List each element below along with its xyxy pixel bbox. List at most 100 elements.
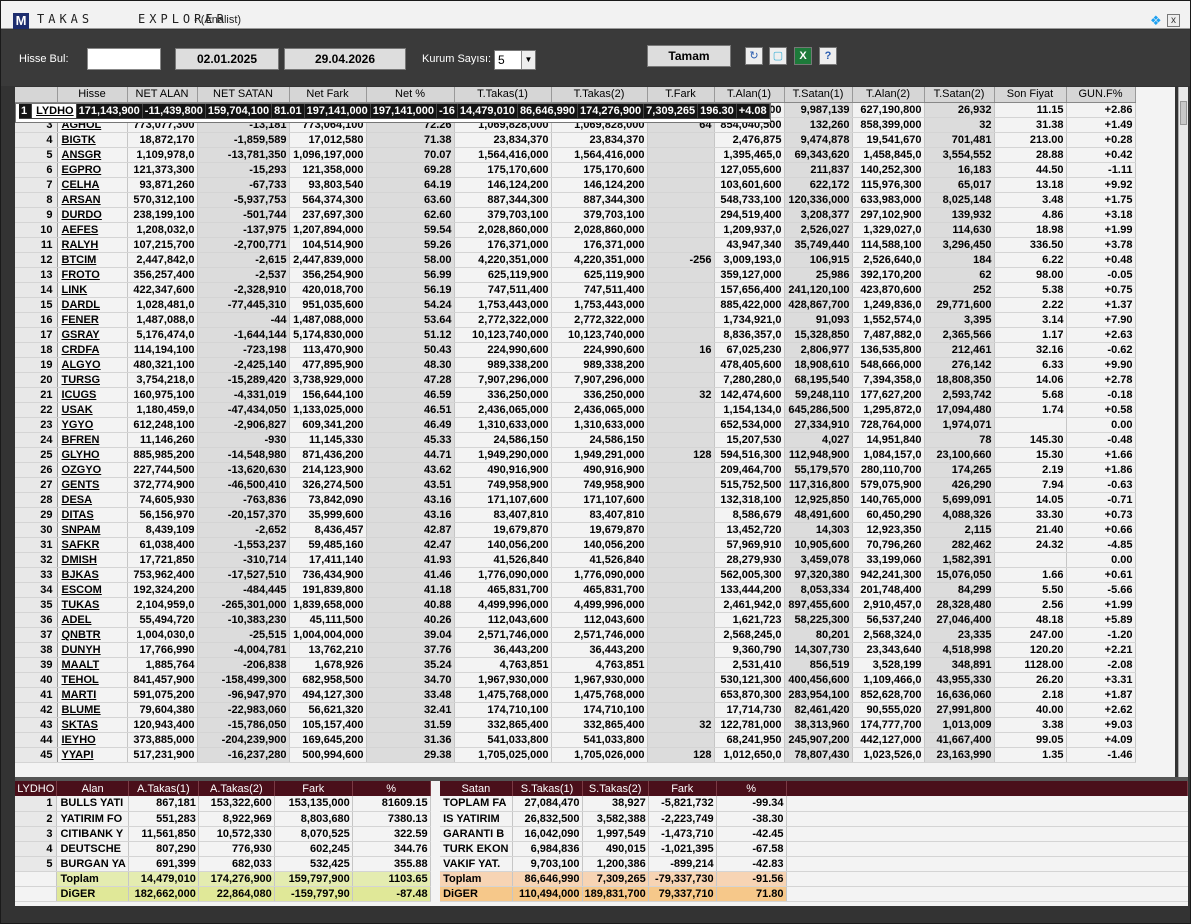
stock-symbol-link[interactable]: DMISH <box>57 552 128 568</box>
column-header[interactable]: T.Takas(2) <box>551 87 648 103</box>
stock-symbol-link[interactable]: DURDO <box>57 207 128 223</box>
table-row[interactable]: 45 YYAPI 517,231,900 -16,237,280 500,994,600… <box>15 747 1136 763</box>
stock-symbol-link[interactable]: BIGTK <box>57 132 128 148</box>
table-row[interactable]: 25 GLYHO 885,985,200 -14,548,980 871,436,200… <box>15 447 1136 463</box>
stock-symbol-link[interactable]: GLYHO <box>57 447 128 463</box>
table-row[interactable]: 23 YGYO 612,248,100 -2,906,827 609,341,200 46… <box>15 417 1136 433</box>
stock-symbol-link[interactable]: ESCOM <box>57 582 128 598</box>
vertical-scrollbar[interactable] <box>1178 87 1188 777</box>
table-row[interactable]: 35 TUKAS 2,104,959,0 -265,301,000 1,839,658,… <box>15 597 1136 613</box>
stock-symbol-link[interactable]: RALYH <box>57 237 128 253</box>
stock-symbol-link[interactable]: EGPRO <box>57 162 128 178</box>
stock-symbol-link[interactable]: CRDFA <box>57 342 128 358</box>
column-header[interactable]: T.Fark <box>647 87 715 103</box>
column-header[interactable]: T.Alan(1) <box>714 87 785 103</box>
column-header[interactable]: T.Takas(1) <box>454 87 552 103</box>
column-header[interactable]: NET ALAN <box>127 87 198 103</box>
broker-row[interactable]: 1 BULLS YATI 867,181 153,322,600 153,135,000… <box>15 796 1188 812</box>
table-row[interactable]: 30 SNPAM 8,439,109 -2,652 8,436,457 42.87 19,6… <box>15 522 1136 538</box>
stock-symbol-link[interactable]: LYDHO <box>31 103 77 119</box>
stock-symbol-link[interactable]: QNBTR <box>57 627 128 643</box>
chevron-down-icon[interactable]: ▼ <box>521 51 535 69</box>
stock-symbol-link[interactable]: SKTAS <box>57 717 128 733</box>
table-row[interactable]: 38 DUNYH 17,766,990 -4,004,781 13,762,210 37.… <box>15 642 1136 658</box>
column-header[interactable]: Hisse <box>57 87 128 103</box>
table-row[interactable]: 14 LINK 422,347,600 -2,328,910 420,018,700 56… <box>15 282 1136 298</box>
table-row[interactable]: 15 DARDL 1,028,481,0 -77,445,310 951,035,600… <box>15 297 1136 313</box>
table-row[interactable]: 17 GSRAY 5,176,474,0 -1,644,144 5,174,830,00… <box>15 327 1136 343</box>
table-row[interactable]: 41 MARTI 591,075,200 -96,947,970 494,127,300… <box>15 687 1136 703</box>
table-row[interactable]: 37 QNBTR 1,004,030,0 -25,515 1,004,004,000 39… <box>15 627 1136 643</box>
broker-row[interactable]: 4 DEUTSCHE 807,290 776,930 602,245 344.76 TURK… <box>15 841 1188 857</box>
stock-symbol-link[interactable]: BTCIM <box>57 252 128 268</box>
table-row[interactable]: 27 GENTS 372,774,900 -46,500,410 326,274,500… <box>15 477 1136 493</box>
table-row[interactable]: 20 TURSG 3,754,218,0 -15,289,420 3,738,929,0… <box>15 372 1136 388</box>
stock-symbol-link[interactable]: MAALT <box>57 657 128 673</box>
table-row[interactable]: 6 EGPRO 121,373,300 -15,293 121,358,000 69.28… <box>15 162 1136 178</box>
stock-symbol-link[interactable]: YYAPI <box>57 747 128 763</box>
scrollbar-thumb[interactable] <box>1180 101 1187 125</box>
table-row[interactable]: 42 BLUME 79,604,380 -22,983,060 56,621,320 32… <box>15 702 1136 718</box>
excel-icon[interactable]: X <box>794 47 812 65</box>
column-header[interactable]: T.Satan(1) <box>784 87 853 103</box>
table-row[interactable]: 22 USAK 1,180,459,0 -47,434,050 1,133,025,00… <box>15 402 1136 418</box>
refresh-icon[interactable]: ↻ <box>745 47 763 65</box>
table-row[interactable]: 4 BIGTK 18,872,170 -1,859,589 17,012,580 71.3… <box>15 132 1136 148</box>
stock-symbol-link[interactable]: DUNYH <box>57 642 128 658</box>
stock-symbol-link[interactable]: ADEL <box>57 612 128 628</box>
help-icon[interactable]: ? <box>819 47 837 65</box>
table-row[interactable]: 43 SKTAS 120,943,400 -15,786,050 105,157,400… <box>15 717 1136 733</box>
stock-symbol-link[interactable]: GENTS <box>57 477 128 493</box>
broker-row[interactable]: 3 CITIBANK Y 11,561,850 10,572,330 8,070,525… <box>15 826 1188 842</box>
stock-symbol-link[interactable]: ARSAN <box>57 192 128 208</box>
table-row[interactable]: 24 BFREN 11,146,260 -930 11,145,330 45.33 24,5… <box>15 432 1136 448</box>
table-row[interactable]: 12 BTCIM 2,447,842,0 -2,615 2,447,839,000 58.… <box>15 252 1136 268</box>
table-row[interactable]: 13 FROTO 356,257,400 -2,537 356,254,900 56.99… <box>15 267 1136 283</box>
column-header[interactable] <box>15 87 58 103</box>
table-row[interactable]: 18 CRDFA 114,194,100 -723,198 113,470,900 50.… <box>15 342 1136 358</box>
stock-symbol-link[interactable]: CELHA <box>57 177 128 193</box>
stock-symbol-link[interactable]: DARDL <box>57 297 128 313</box>
stock-symbol-link[interactable]: ICUGS <box>57 387 128 403</box>
table-row[interactable]: 40 TEHOL 841,457,900 -158,499,300 682,958,50… <box>15 672 1136 688</box>
column-header[interactable]: Son Fiyat <box>994 87 1067 103</box>
stock-symbol-link[interactable]: USAK <box>57 402 128 418</box>
table-row[interactable]: 28 DESA 74,605,930 -763,836 73,842,090 43.16 1… <box>15 492 1136 508</box>
broker-row[interactable]: DiGER 182,662,000 22,864,080 -159,797,90 -87… <box>15 886 1188 902</box>
search-input[interactable] <box>87 48 161 70</box>
stock-symbol-link[interactable]: ALGYO <box>57 357 128 373</box>
date-to-field[interactable]: 29.04.2026 <box>284 48 406 70</box>
column-header[interactable]: GUN.F% <box>1066 87 1136 103</box>
table-row[interactable]: 36 ADEL 55,494,720 -10,383,230 45,111,500 40.… <box>15 612 1136 628</box>
column-header[interactable]: T.Alan(2) <box>852 87 925 103</box>
table-row[interactable]: 5 ANSGR 1,109,978,0 -13,781,350 1,096,197,00… <box>15 147 1136 163</box>
stock-symbol-link[interactable]: BJKAS <box>57 567 128 583</box>
broker-row[interactable]: 5 BURGAN YA 691,399 682,033 532,425 355.88 VAK… <box>15 856 1188 872</box>
stock-symbol-link[interactable]: SAFKR <box>57 537 128 553</box>
table-row[interactable]: 29 DITAS 56,156,970 -20,157,370 35,999,600 43… <box>15 507 1136 523</box>
ok-button[interactable]: Tamam <box>647 45 731 67</box>
window-icon[interactable]: ▢ <box>769 47 787 65</box>
stock-symbol-link[interactable]: TEHOL <box>57 672 128 688</box>
stock-symbol-link[interactable]: BLUME <box>57 702 128 718</box>
column-header[interactable]: NET SATAN <box>197 87 290 103</box>
stock-symbol-link[interactable]: ANSGR <box>57 147 128 163</box>
stock-symbol-link[interactable]: FENER <box>57 312 128 328</box>
twitter-icon[interactable]: ❖ <box>1150 14 1164 28</box>
table-row[interactable]: 32 DMISH 17,721,850 -310,714 17,411,140 41.93… <box>15 552 1136 568</box>
table-row[interactable]: 7 CELHA 93,871,260 -67,733 93,803,540 64.19 14… <box>15 177 1136 193</box>
stock-symbol-link[interactable]: GSRAY <box>57 327 128 343</box>
column-header[interactable]: T.Satan(2) <box>924 87 995 103</box>
table-row[interactable]: 19 ALGYO 480,321,100 -2,425,140 477,895,900 4… <box>15 357 1136 373</box>
stock-symbol-link[interactable]: SNPAM <box>57 522 128 538</box>
stock-symbol-link[interactable]: BFREN <box>57 432 128 448</box>
table-row[interactable]: 8 ARSAN 570,312,100 -5,937,753 564,374,300 63… <box>15 192 1136 208</box>
stock-symbol-link[interactable]: AEFES <box>57 222 128 238</box>
table-row[interactable]: 21 ICUGS 160,975,100 -4,331,019 156,644,100 4… <box>15 387 1136 403</box>
table-row[interactable]: 26 OZGYO 227,744,500 -13,620,630 214,123,900… <box>15 462 1136 478</box>
stock-symbol-link[interactable]: YGYO <box>57 417 128 433</box>
table-row[interactable]: 9 DURDO 238,199,100 -501,744 237,697,300 62.6… <box>15 207 1136 223</box>
column-header[interactable]: Net % <box>366 87 455 103</box>
broker-row[interactable]: Toplam 14,479,010 174,276,900 159,797,900 11… <box>15 871 1188 887</box>
table-row[interactable]: 10 AEFES 1,208,032,0 -137,975 1,207,894,000 5… <box>15 222 1136 238</box>
